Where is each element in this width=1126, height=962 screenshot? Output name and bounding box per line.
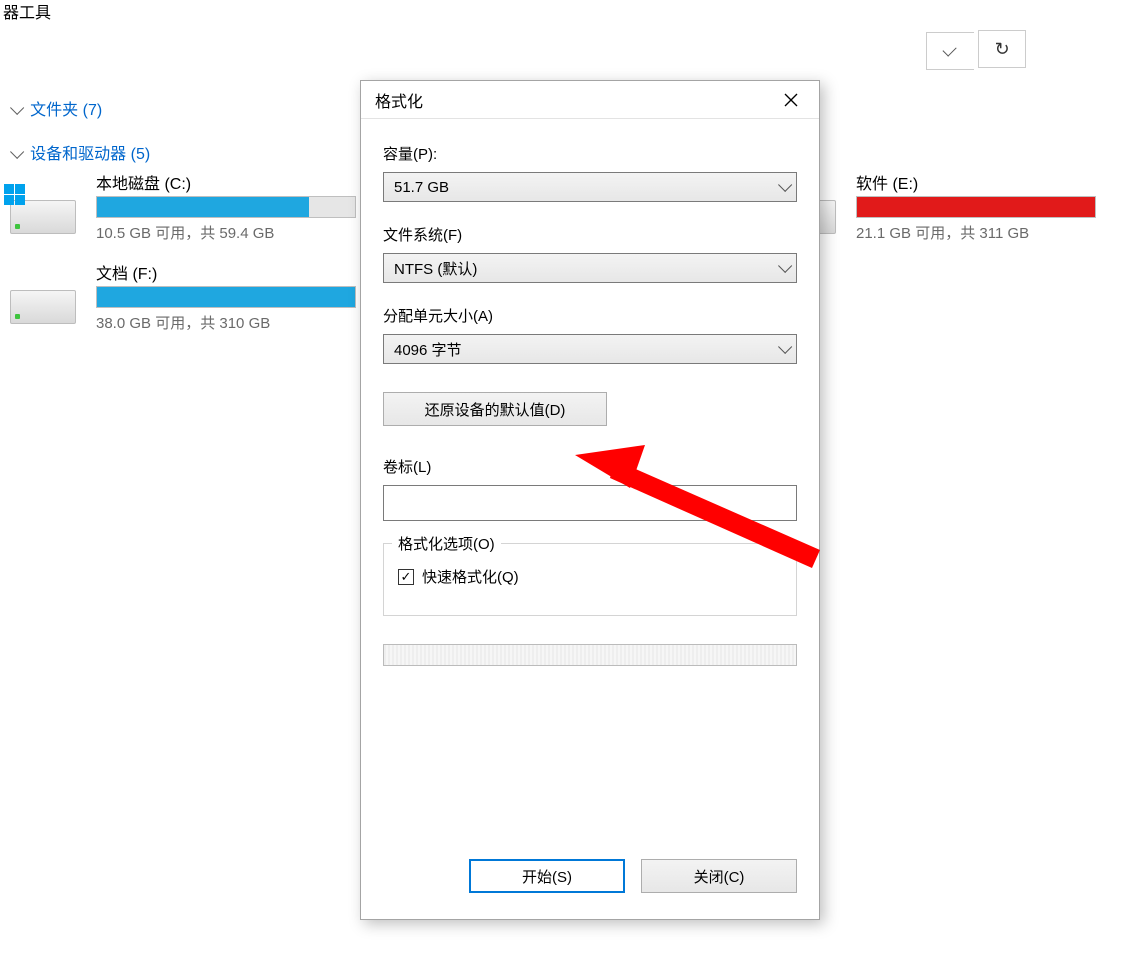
alloc-combo[interactable]: 4096 字节 [383,334,797,364]
dialog-buttons: 开始(S) 关闭(C) [469,859,797,893]
format-options-group: 格式化选项(O) 快速格式化(Q) [383,543,797,616]
drive-label: 本地磁盘 (C:) [96,170,191,194]
drive-status: 10.5 GB 可用，共 59.4 GB [96,222,274,243]
windows-badge-icon [4,184,28,208]
drive-usage-bar [856,196,1096,218]
dialog-body: 容量(P): 51.7 GB 文件系统(F) NTFS (默认) 分配单元大小(… [361,119,819,666]
drive-label: 文档 (F:) [96,260,157,284]
quick-format-checkbox[interactable]: 快速格式化(Q) [398,566,782,587]
start-button[interactable]: 开始(S) [469,859,625,893]
filesystem-value: NTFS (默认) [394,258,477,279]
dialog-titlebar[interactable]: 格式化 [361,81,819,119]
section-folders-label: 文件夹 (7) [30,102,102,119]
restore-defaults-button[interactable]: 还原设备的默认值(D) [383,392,607,426]
chevron-down-icon [778,340,792,354]
capacity-label: 容量(P): [383,143,797,164]
capacity-value: 51.7 GB [394,179,449,196]
quick-format-label: 快速格式化(Q) [422,566,519,587]
drive-status: 21.1 GB 可用，共 311 GB [856,222,1029,243]
section-devices[interactable]: 设备和驱动器 (5) [10,140,150,164]
format-options-title: 格式化选项(O) [392,533,501,554]
chevron-down-icon [10,145,24,159]
address-bar-right-controls: ↻ [926,30,1126,68]
ribbon-tab-label: 器工具 [3,0,51,23]
drive-usage-bar [96,196,356,218]
close-dialog-button[interactable]: 关闭(C) [641,859,797,893]
volume-input[interactable] [383,485,797,521]
chevron-right-icon [10,101,24,115]
alloc-label: 分配单元大小(A) [383,305,797,326]
hdd-icon [10,180,80,234]
section-folders[interactable]: 文件夹 (7) [10,96,102,120]
checkbox-icon [398,569,414,585]
chevron-down-icon [778,259,792,273]
ribbon-fragment: 器工具 [0,0,1126,22]
capacity-combo[interactable]: 51.7 GB [383,172,797,202]
format-progress-bar [383,644,797,666]
filesystem-combo[interactable]: NTFS (默认) [383,253,797,283]
close-button[interactable] [775,86,807,114]
alloc-value: 4096 字节 [394,339,462,360]
section-devices-label: 设备和驱动器 (5) [30,146,150,163]
refresh-icon: ↻ [995,39,1010,60]
volume-label: 卷标(L) [383,456,797,477]
drive-usage-bar [96,286,356,308]
drive-label: 软件 (E:) [856,170,918,194]
chevron-down-icon [778,178,792,192]
chevron-down-icon [942,42,956,56]
dialog-title: 格式化 [375,88,423,112]
hdd-icon [10,270,80,324]
drive-status: 38.0 GB 可用，共 310 GB [96,312,270,333]
refresh-button[interactable]: ↻ [978,30,1026,68]
history-dropdown-button[interactable] [926,32,974,70]
format-dialog: 格式化 容量(P): 51.7 GB 文件系统(F) NTFS (默认) 分配单… [360,80,820,920]
close-icon [784,93,798,107]
filesystem-label: 文件系统(F) [383,224,797,245]
